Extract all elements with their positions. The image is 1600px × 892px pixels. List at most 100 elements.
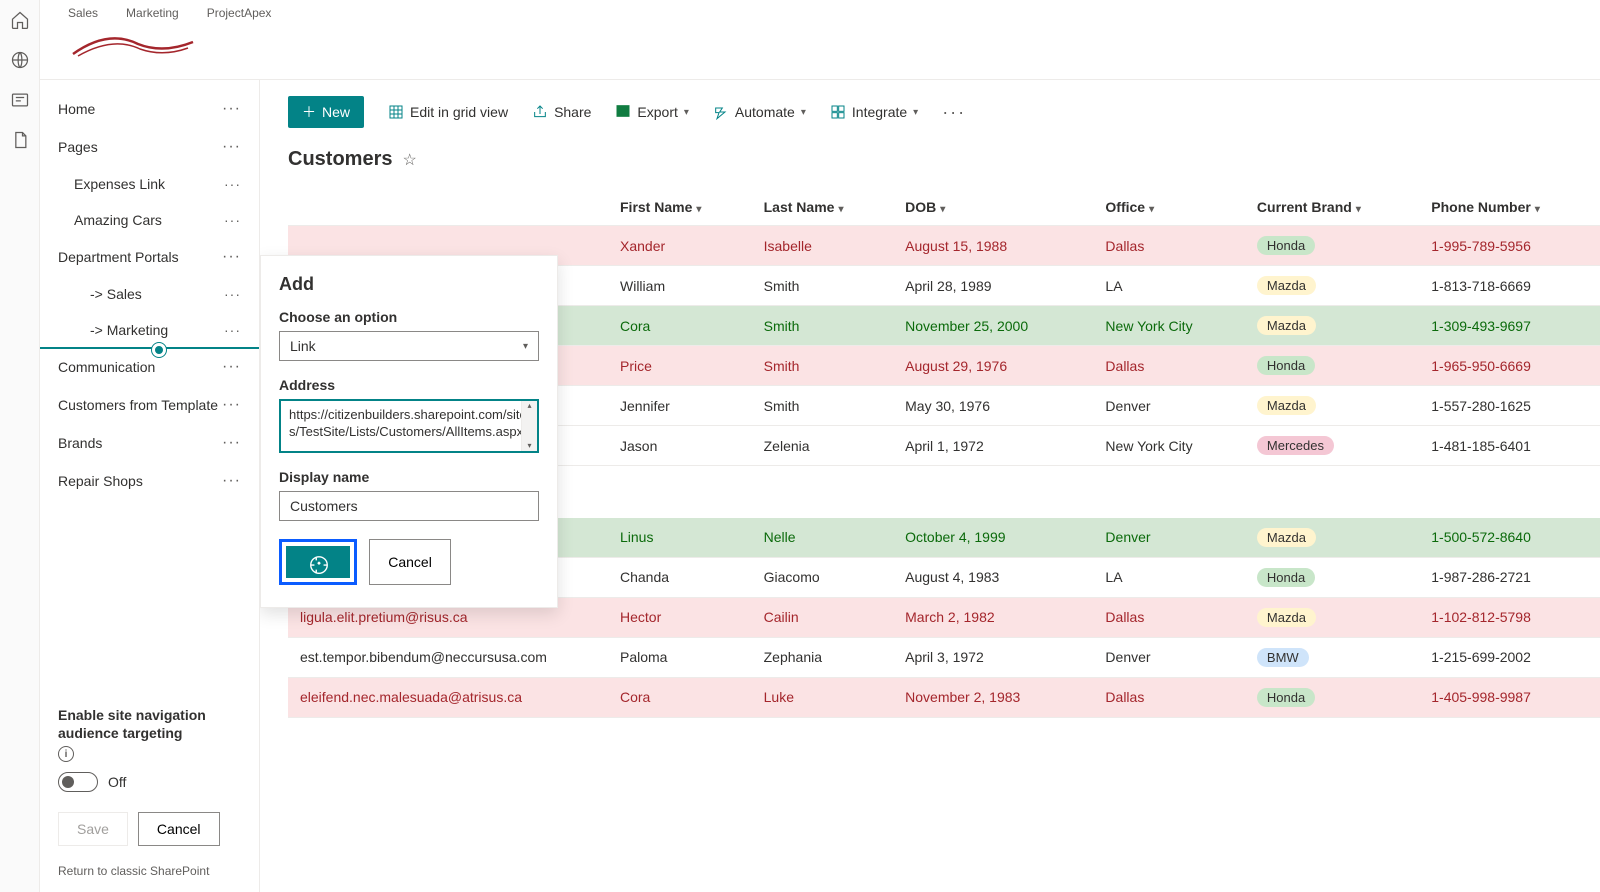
col-first-name[interactable]: First Name▾: [608, 189, 752, 226]
chevron-down-icon: ▾: [684, 107, 689, 118]
nav-home[interactable]: Home···: [40, 90, 259, 128]
nav-dept-sales[interactable]: -> Sales···: [40, 276, 259, 312]
cell-phone: 1-481-185-6401: [1419, 426, 1600, 466]
nav-pages[interactable]: Pages···: [40, 128, 259, 166]
cell-office: Dallas: [1093, 597, 1244, 637]
cell-last-name: Cailin: [752, 597, 894, 637]
export-button[interactable]: XExport▾: [615, 103, 689, 122]
automate-button[interactable]: Automate▾: [713, 104, 806, 120]
list-toolbar: ＋New Edit in grid view Share XExport▾ Au…: [260, 80, 1600, 138]
nav-dept-marketing[interactable]: -> Marketing···: [40, 312, 259, 348]
globe-icon[interactable]: [10, 50, 30, 70]
option-select[interactable]: Link▾: [279, 331, 539, 361]
col-office[interactable]: Office▾: [1093, 189, 1244, 226]
nav-brands[interactable]: Brands···: [40, 424, 259, 462]
col-last-name[interactable]: Last Name▾: [752, 189, 894, 226]
tab-marketing[interactable]: Marketing: [126, 6, 179, 20]
tab-projectapex[interactable]: ProjectApex: [207, 6, 272, 20]
return-classic-link[interactable]: Return to classic SharePoint: [40, 856, 259, 892]
cell-office: New York City: [1093, 426, 1244, 466]
cursor-icon: [308, 554, 330, 579]
chevron-down-icon: ▾: [838, 204, 843, 215]
scrollbar[interactable]: ▴▾: [521, 401, 537, 451]
share-button[interactable]: Share: [532, 104, 591, 120]
cell-phone: 1-987-286-2721: [1419, 557, 1600, 597]
dialog-cancel-button[interactable]: Cancel: [369, 539, 451, 585]
option-label: Choose an option: [279, 309, 539, 325]
site-logo[interactable]: [68, 24, 198, 64]
nav-item-actions-icon[interactable]: ···: [222, 358, 241, 376]
cell-dob: August 29, 1976: [893, 346, 1093, 386]
site-header: Sales Marketing ProjectApex: [40, 0, 1600, 80]
cell-first-name: Jason: [608, 426, 752, 466]
table-row[interactable]: est.tempor.bibendum@neccursusa.comPaloma…: [288, 637, 1600, 677]
nav-item-actions-icon[interactable]: ···: [222, 248, 241, 266]
col-dob[interactable]: DOB▾: [893, 189, 1093, 226]
favorite-star-icon[interactable]: ☆: [402, 150, 416, 170]
cell-dob: November 25, 2000: [893, 306, 1093, 346]
table-row[interactable]: eleifend.nec.malesuada@atrisus.caCoraLuk…: [288, 677, 1600, 717]
ok-button[interactable]: OK: [286, 546, 350, 578]
ok-button-focus-ring: OK: [279, 539, 357, 585]
cell-brand: Honda: [1245, 557, 1419, 597]
nav-cancel-button[interactable]: Cancel: [138, 812, 220, 846]
toggle-state-label: Off: [108, 774, 126, 790]
nav-customers-template[interactable]: Customers from Template···: [40, 386, 259, 424]
nav-item-actions-icon[interactable]: ···: [224, 212, 241, 228]
new-button[interactable]: ＋New: [288, 96, 364, 128]
nav-sidebar: Home··· Pages··· Expenses Link··· Amazin…: [40, 80, 260, 892]
nav-insert-handle[interactable]: [152, 343, 166, 357]
audience-targeting-label: Enable site navigation audience targetin…: [58, 706, 241, 762]
nav-item-actions-icon[interactable]: ···: [224, 176, 241, 192]
cell-phone: 1-965-950-6669: [1419, 346, 1600, 386]
brand-pill: Honda: [1257, 568, 1315, 587]
nav-insert-indicator: [40, 347, 259, 349]
display-name-input[interactable]: Customers: [279, 491, 539, 521]
audience-toggle[interactable]: [58, 772, 98, 792]
nav-amazing-cars[interactable]: Amazing Cars···: [40, 202, 259, 238]
cell-email: eleifend.nec.malesuada@atrisus.ca: [288, 677, 608, 717]
chevron-down-icon: ▾: [940, 204, 945, 215]
address-input[interactable]: https://citizenbuilders.sharepoint.com/s…: [279, 399, 539, 453]
nav-item-actions-icon[interactable]: ···: [224, 286, 241, 302]
cell-last-name: Nelle: [752, 518, 894, 558]
cell-dob: March 2, 1982: [893, 597, 1093, 637]
content-area: ＋New Edit in grid view Share XExport▾ Au…: [260, 80, 1600, 892]
chevron-down-icon: ▾: [1149, 204, 1154, 215]
integrate-button[interactable]: Integrate▾: [830, 104, 918, 120]
nav-item-actions-icon[interactable]: ···: [222, 138, 241, 156]
nav-item-actions-icon[interactable]: ···: [224, 322, 241, 338]
cell-dob: August 4, 1983: [893, 557, 1093, 597]
nav-department-portals[interactable]: Department Portals···: [40, 238, 259, 276]
address-label: Address: [279, 377, 539, 393]
toolbar-more-icon[interactable]: ···: [942, 102, 966, 123]
brand-pill: Mazda: [1257, 608, 1316, 627]
cell-first-name: Cora: [608, 306, 752, 346]
edit-grid-button[interactable]: Edit in grid view: [388, 104, 508, 120]
brand-pill: Honda: [1257, 356, 1315, 375]
nav-item-actions-icon[interactable]: ···: [222, 100, 241, 118]
info-icon[interactable]: i: [58, 746, 74, 762]
cell-office: LA: [1093, 266, 1244, 306]
svg-text:X: X: [620, 107, 625, 116]
col-current-brand[interactable]: Current Brand▾: [1245, 189, 1419, 226]
tab-sales[interactable]: Sales: [68, 6, 98, 20]
nav-item-actions-icon[interactable]: ···: [222, 434, 241, 452]
cell-dob: November 2, 1983: [893, 677, 1093, 717]
home-icon[interactable]: [10, 10, 30, 30]
nav-communication[interactable]: Communication···: [40, 348, 259, 386]
nav-item-actions-icon[interactable]: ···: [222, 472, 241, 490]
cell-brand: Mazda: [1245, 386, 1419, 426]
news-icon[interactable]: [10, 90, 30, 110]
cell-last-name: Smith: [752, 306, 894, 346]
chevron-down-icon: ▾: [1535, 204, 1540, 215]
nav-item-actions-icon[interactable]: ···: [222, 396, 241, 414]
brand-pill: BMW: [1257, 648, 1309, 667]
brand-pill: Mazda: [1257, 528, 1316, 547]
cell-first-name: Chanda: [608, 557, 752, 597]
files-icon[interactable]: [10, 130, 30, 150]
nav-expenses-link[interactable]: Expenses Link···: [40, 166, 259, 202]
cell-office: Dallas: [1093, 346, 1244, 386]
nav-repair-shops[interactable]: Repair Shops···: [40, 462, 259, 500]
col-phone[interactable]: Phone Number▾: [1419, 189, 1600, 226]
